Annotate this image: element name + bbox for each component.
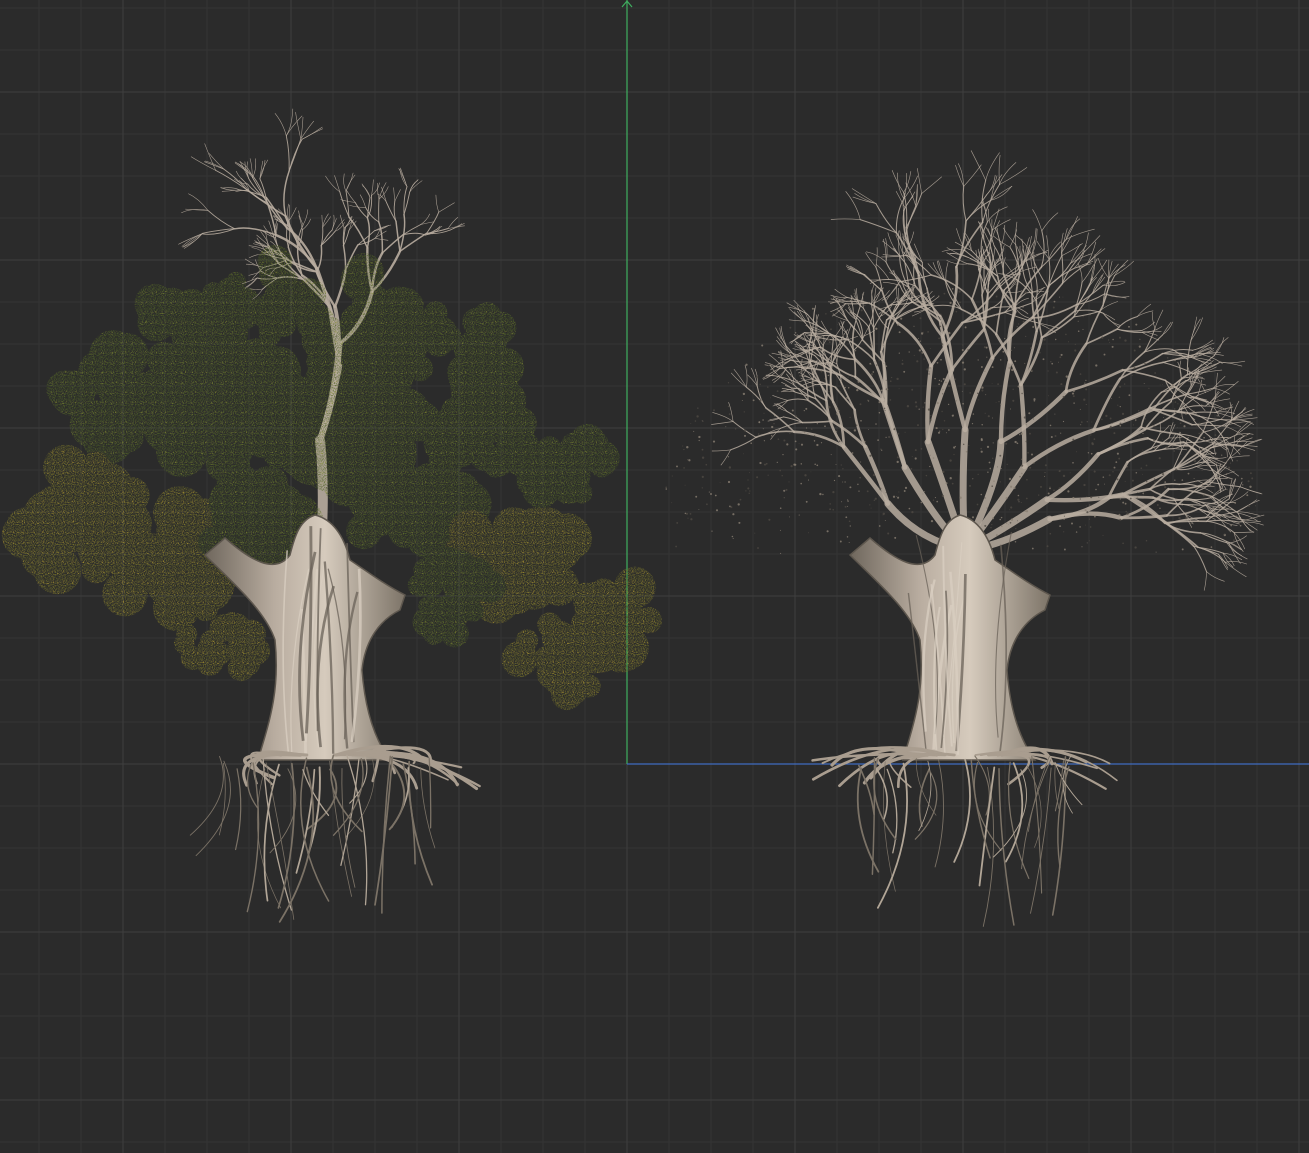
tree-roots <box>189 744 481 923</box>
viewport-canvas[interactable] <box>0 0 1309 1153</box>
3d-viewport[interactable] <box>0 0 1309 1153</box>
tree-roots <box>811 746 1118 927</box>
tree-with-foliage[interactable] <box>1 108 663 923</box>
branch-structure <box>711 150 1265 591</box>
tree-bare-branches[interactable] <box>665 150 1265 927</box>
